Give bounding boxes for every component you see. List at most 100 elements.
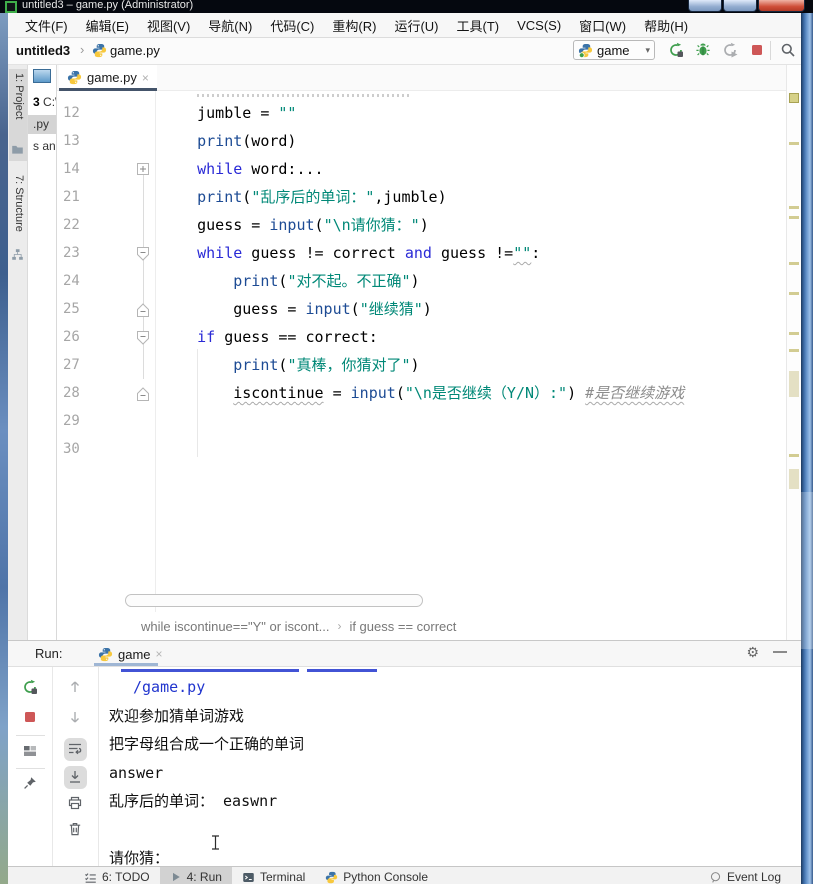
- menu-item[interactable]: 文件(F): [16, 16, 77, 35]
- line-number[interactable]: 28: [63, 379, 103, 407]
- menu-item[interactable]: 窗口(W): [570, 16, 635, 35]
- code-token: guess =: [161, 216, 269, 234]
- code-line[interactable]: while word:...: [161, 155, 324, 183]
- close-button[interactable]: [758, 0, 805, 12]
- close-icon[interactable]: ×: [142, 71, 149, 85]
- code-line[interactable]: guess = input("\n请你猜："): [161, 211, 429, 239]
- code-line[interactable]: guess = input("继续猜"): [161, 295, 432, 323]
- code-line[interactable]: jumble = "": [161, 99, 296, 127]
- fold-marker-down[interactable]: [137, 331, 149, 345]
- stop-button[interactable]: [22, 709, 39, 726]
- code-line[interactable]: while guess != correct and guess !="":: [161, 239, 540, 267]
- project-tree-item[interactable]: s and: [28, 137, 57, 156]
- code-line[interactable]: iscontinue = input("\n是否继续（Y/N）:") #是否继续…: [161, 379, 684, 407]
- warning-stripe-mark[interactable]: [789, 332, 799, 335]
- fold-marker-up[interactable]: [137, 303, 149, 317]
- line-number[interactable]: 12: [63, 99, 103, 127]
- statusbar-item-event-log[interactable]: Event Log: [703, 867, 787, 884]
- warning-stripe-mark[interactable]: [789, 454, 799, 457]
- fold-marker-down[interactable]: [137, 247, 149, 261]
- warning-stripe-mark[interactable]: [789, 469, 799, 489]
- statusbar-item-terminal[interactable]: Terminal: [232, 867, 315, 884]
- line-number[interactable]: 26: [63, 323, 103, 351]
- statusbar-item--todo[interactable]: 6: TODO: [74, 867, 160, 884]
- run-console[interactable]: /game.py欢迎参加猜单词游戏把字母组合成一个正确的单词answer乱序后的…: [99, 667, 801, 866]
- warning-stripe-mark[interactable]: [789, 206, 799, 209]
- prev-occurrence-button[interactable]: [67, 679, 84, 696]
- close-icon[interactable]: ×: [156, 647, 163, 661]
- sidebar-tab-project[interactable]: 1: Project: [13, 73, 25, 119]
- menu-item[interactable]: VCS(S): [508, 18, 570, 33]
- line-number[interactable]: 14: [63, 155, 103, 183]
- warning-stripe-mark[interactable]: [789, 262, 799, 265]
- search-everywhere-button[interactable]: [780, 42, 797, 59]
- inspections-indicator[interactable]: [789, 93, 799, 103]
- sidebar-tab-structure[interactable]: 7: Structure: [13, 175, 25, 232]
- breadcrumb-file[interactable]: game.py: [110, 43, 160, 58]
- code-line[interactable]: if guess == correct:: [161, 323, 378, 351]
- title-bar[interactable]: untitled3 – game.py (Administrator): [0, 0, 813, 13]
- menu-item[interactable]: 重构(R): [323, 16, 385, 35]
- menu-item[interactable]: 帮助(H): [635, 16, 697, 35]
- print-button[interactable]: [67, 795, 84, 812]
- line-number[interactable]: 25: [63, 295, 103, 323]
- code-line[interactable]: print("对不起。不正确"): [161, 267, 420, 295]
- project-tree-item[interactable]: .py: [28, 115, 57, 134]
- warning-stripe-mark[interactable]: [789, 216, 799, 219]
- tab-label: game.py: [87, 70, 137, 85]
- stop-button[interactable]: [749, 42, 766, 59]
- restore-layout-button[interactable]: [22, 743, 39, 760]
- minimize-button[interactable]: [688, 0, 722, 12]
- code-token: guess != correct: [242, 244, 405, 262]
- warning-stripe-mark[interactable]: [789, 142, 799, 145]
- hide-panel-icon[interactable]: [773, 651, 787, 653]
- scroll-to-end-button[interactable]: [67, 769, 84, 786]
- maximize-button[interactable]: [723, 0, 757, 12]
- line-number[interactable]: 22: [63, 211, 103, 239]
- run-tab-game[interactable]: game ×: [94, 643, 167, 665]
- run-with-coverage-button[interactable]: [722, 42, 739, 59]
- code-token: (: [242, 188, 251, 206]
- run-button[interactable]: [668, 42, 685, 59]
- warning-stripe-mark[interactable]: [789, 349, 799, 352]
- next-occurrence-button[interactable]: [67, 709, 84, 726]
- statusbar-item-python-console[interactable]: Python Console: [315, 867, 438, 884]
- line-number[interactable]: 13: [63, 127, 103, 155]
- code-editor[interactable]: 12 jumble = "" 13 print(word) 14 while wor…: [57, 91, 786, 612]
- menu-item[interactable]: 运行(U): [385, 16, 447, 35]
- line-number[interactable]: 21: [63, 183, 103, 211]
- code-line[interactable]: print(word): [161, 127, 296, 155]
- breadcrumb-item[interactable]: if guess == correct: [349, 619, 456, 634]
- breadcrumb-item[interactable]: while iscontinue=="Y" or iscont...: [141, 619, 329, 634]
- fold-marker-up[interactable]: [137, 387, 149, 401]
- error-stripe[interactable]: [786, 65, 801, 640]
- breadcrumb-project[interactable]: untitled3: [16, 43, 70, 58]
- menu-item[interactable]: 视图(V): [138, 16, 199, 35]
- line-number[interactable]: 27: [63, 351, 103, 379]
- code-line[interactable]: print("真棒，你猜对了"): [161, 351, 420, 379]
- line-number[interactable]: 29: [63, 407, 103, 435]
- warning-stripe-mark[interactable]: [789, 292, 799, 295]
- run-configuration-select[interactable]: game ▾: [573, 40, 655, 60]
- project-tree-item[interactable]: 3 C:\: [28, 93, 57, 112]
- debug-button[interactable]: [695, 42, 712, 59]
- line-number[interactable]: 23: [63, 239, 103, 267]
- tab-game-py[interactable]: game.py ×: [59, 65, 157, 90]
- statusbar-item--run[interactable]: 4: Run: [160, 867, 232, 884]
- soft-wrap-button[interactable]: [67, 741, 84, 758]
- menu-item[interactable]: 编辑(E): [77, 16, 138, 35]
- menu-item[interactable]: 导航(N): [199, 16, 261, 35]
- code-line[interactable]: print("乱序后的单词：",jumble): [161, 183, 447, 211]
- menu-item[interactable]: 代码(C): [261, 16, 323, 35]
- line-number[interactable]: 30: [63, 435, 103, 463]
- rerun-button[interactable]: [22, 679, 39, 696]
- pin-tab-button[interactable]: [22, 775, 39, 792]
- gear-icon[interactable]: ⚙: [746, 644, 759, 661]
- clear-console-button[interactable]: [67, 821, 84, 838]
- horizontal-scrollbar[interactable]: [125, 594, 423, 607]
- project-panel[interactable]: 3 C:\ .py s and: [28, 65, 57, 640]
- line-number[interactable]: 24: [63, 267, 103, 295]
- fold-marker-plus[interactable]: [137, 163, 149, 175]
- menu-item[interactable]: 工具(T): [447, 16, 508, 35]
- warning-stripe-mark[interactable]: [789, 371, 799, 397]
